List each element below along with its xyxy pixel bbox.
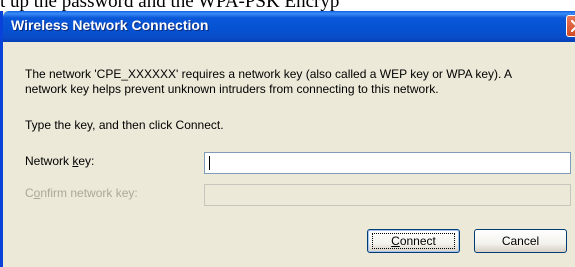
confirm-key-label-pre: C bbox=[25, 186, 34, 200]
background-page-text: t up the password and the WPA-PSK Encryp bbox=[0, 0, 340, 11]
close-button[interactable] bbox=[566, 15, 575, 37]
network-key-label-pre: Network bbox=[25, 154, 73, 168]
screen: t up the password and the WPA-PSK Encryp… bbox=[0, 0, 575, 267]
message-line-2: network key helps prevent unknown intrud… bbox=[25, 82, 439, 96]
connect-button[interactable]: Connect bbox=[367, 229, 460, 253]
connect-button-label-rest: onnect bbox=[399, 234, 436, 248]
text-caret bbox=[209, 156, 210, 170]
connect-button-accesskey: C bbox=[391, 234, 400, 248]
message-line-1: The network 'CPE_XXXXXX' requires a netw… bbox=[25, 67, 513, 81]
title-bar[interactable]: Wireless Network Connection bbox=[3, 11, 575, 42]
connect-button-label: Connect bbox=[391, 234, 436, 248]
window-title: Wireless Network Connection bbox=[11, 17, 209, 33]
cancel-button-label: Cancel bbox=[501, 234, 540, 248]
close-icon bbox=[571, 20, 575, 32]
network-key-label-post: ey: bbox=[78, 154, 95, 168]
confirm-key-label-post: nfirm network key: bbox=[40, 186, 138, 200]
cancel-button[interactable]: Cancel bbox=[474, 229, 567, 253]
wireless-network-dialog: Wireless Network Connection The network … bbox=[0, 11, 575, 267]
confirm-key-label: Confirm network key: bbox=[25, 186, 138, 201]
network-key-label: Network key: bbox=[25, 154, 94, 169]
instruction-text: Type the key, and then click Connect. bbox=[25, 118, 224, 132]
confirm-key-input bbox=[204, 184, 571, 206]
network-key-input[interactable] bbox=[204, 152, 571, 174]
